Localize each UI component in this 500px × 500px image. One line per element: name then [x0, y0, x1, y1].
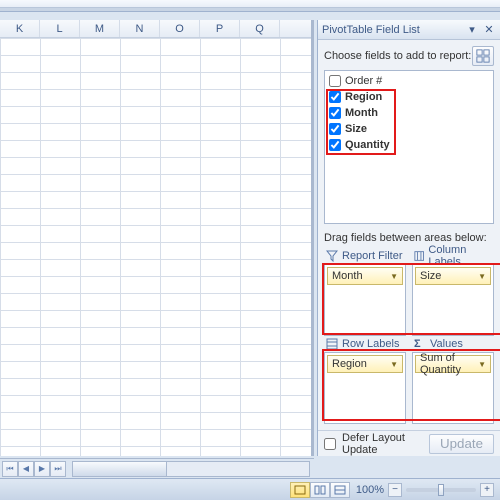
drag-fields-label: Drag fields between areas below:	[324, 232, 494, 244]
field-label: Month	[345, 107, 378, 119]
col-header[interactable]: N	[120, 20, 160, 37]
pane-menu-icon[interactable]: ▾	[465, 23, 479, 37]
pivottable-field-list-pane: PivotTable Field List ▾ ✕ Choose fields …	[317, 20, 500, 456]
column-labels-header: Column Labels	[412, 248, 494, 264]
col-header[interactable]: P	[200, 20, 240, 37]
tab-nav-prev[interactable]: ◀	[18, 461, 34, 477]
col-header[interactable]: Q	[240, 20, 280, 37]
report-filter-header: Report Filter	[324, 248, 406, 264]
field-checkbox[interactable]	[329, 91, 341, 103]
view-page-layout-button[interactable]	[310, 482, 330, 498]
col-header[interactable]: M	[80, 20, 120, 37]
horizontal-scrollbar[interactable]	[72, 461, 310, 477]
field-item-region[interactable]: Region	[325, 89, 493, 105]
view-normal-button[interactable]	[290, 482, 310, 498]
layout-options-button[interactable]	[472, 46, 494, 66]
field-item-quantity[interactable]: Quantity	[325, 137, 493, 153]
update-button[interactable]: Update	[429, 434, 494, 454]
row-labels-header: Row Labels	[324, 336, 406, 352]
zoom-in-button[interactable]: +	[480, 483, 494, 497]
tab-nav-first[interactable]: ⏮	[2, 461, 18, 477]
filter-icon	[326, 250, 338, 262]
field-checkbox[interactable]	[329, 123, 341, 135]
field-checkbox[interactable]	[329, 139, 341, 151]
chip-size[interactable]: Size▼	[415, 267, 491, 285]
field-label: Size	[345, 123, 367, 135]
worksheet-area[interactable]: K L M N O P Q	[0, 20, 314, 456]
field-item-month[interactable]: Month	[325, 105, 493, 121]
chevron-down-icon: ▼	[390, 360, 398, 369]
report-filter-area[interactable]: Month▼	[324, 264, 406, 336]
defer-layout-checkbox[interactable]	[324, 438, 336, 450]
chip-month[interactable]: Month▼	[327, 267, 403, 285]
field-checkbox[interactable]	[329, 75, 341, 87]
tab-nav-next[interactable]: ▶	[34, 461, 50, 477]
status-bar: 100% − +	[0, 478, 500, 500]
field-label: Region	[345, 91, 382, 103]
zoom-out-button[interactable]: −	[388, 483, 402, 497]
column-labels-area[interactable]: Size▼	[412, 264, 494, 336]
close-icon[interactable]: ✕	[482, 23, 496, 37]
chevron-down-icon: ▼	[478, 360, 486, 369]
columns-icon	[414, 250, 424, 262]
chip-sum-quantity[interactable]: Sum of Quantity▼	[415, 355, 491, 373]
choose-fields-label: Choose fields to add to report:	[324, 50, 472, 62]
col-header[interactable]: K	[0, 20, 40, 37]
tab-nav-last[interactable]: ⏭	[50, 461, 66, 477]
zoom-control: 100% − +	[356, 483, 494, 497]
sigma-icon: Σ	[414, 338, 426, 350]
pane-title-text: PivotTable Field List	[322, 24, 420, 36]
values-header: Σ Values	[412, 336, 494, 352]
view-switcher	[290, 482, 350, 498]
column-headers: K L M N O P Q	[0, 20, 311, 38]
chevron-down-icon: ▼	[390, 272, 398, 281]
row-labels-area[interactable]: Region▼	[324, 352, 406, 424]
pane-titlebar: PivotTable Field List ▾ ✕	[318, 20, 500, 40]
col-header[interactable]: O	[160, 20, 200, 37]
sheet-tab-bar: ⏮ ◀ ▶ ⏭	[0, 458, 314, 478]
view-page-break-button[interactable]	[330, 482, 350, 498]
values-area[interactable]: Sum of Quantity▼	[412, 352, 494, 424]
zoom-slider[interactable]	[406, 488, 476, 492]
defer-layout-label: Defer Layout Update	[342, 432, 423, 456]
cell-grid[interactable]	[0, 38, 311, 456]
rows-icon	[326, 338, 338, 350]
field-label: Quantity	[345, 139, 390, 151]
field-item-size[interactable]: Size	[325, 121, 493, 137]
zoom-level-label[interactable]: 100%	[356, 484, 384, 496]
field-item-order[interactable]: Order #	[325, 73, 493, 89]
drop-areas: Report Filter Column Labels Month▼ Size▼	[324, 248, 494, 424]
field-label: Order #	[345, 75, 382, 87]
col-header[interactable]: L	[40, 20, 80, 37]
field-list[interactable]: Order # Region Month Size Quantity	[324, 70, 494, 224]
chevron-down-icon: ▼	[478, 272, 486, 281]
field-checkbox[interactable]	[329, 107, 341, 119]
chip-region[interactable]: Region▼	[327, 355, 403, 373]
